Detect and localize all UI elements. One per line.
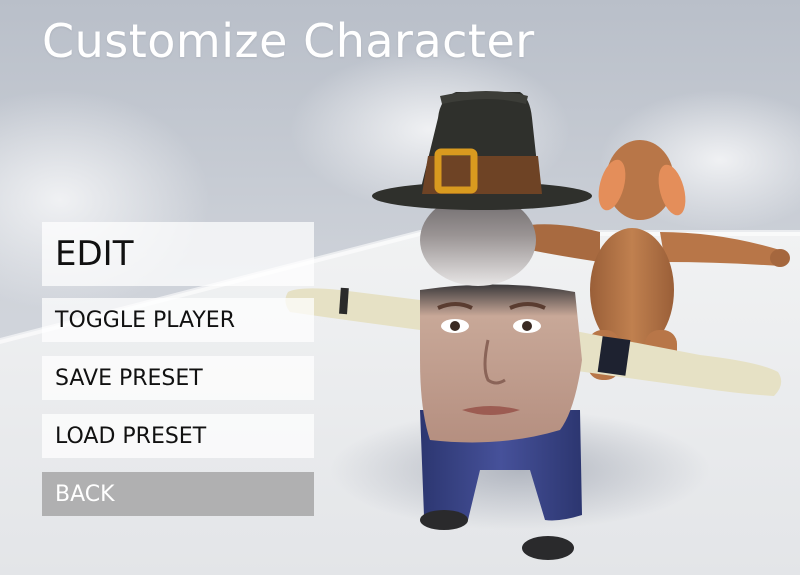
right-shoe: [522, 536, 574, 560]
toggle-player-button[interactable]: TOGGLE PLAYER: [42, 298, 314, 342]
edit-button[interactable]: EDIT: [42, 222, 314, 286]
customize-menu: EDIT TOGGLE PLAYER SAVE PRESET LOAD PRES…: [42, 222, 314, 530]
load-preset-button[interactable]: LOAD PRESET: [42, 414, 314, 458]
back-button[interactable]: BACK: [42, 472, 314, 516]
save-preset-button[interactable]: SAVE PRESET: [42, 356, 314, 400]
page-title: Customize Character: [42, 14, 535, 68]
left-shoe: [420, 510, 468, 530]
